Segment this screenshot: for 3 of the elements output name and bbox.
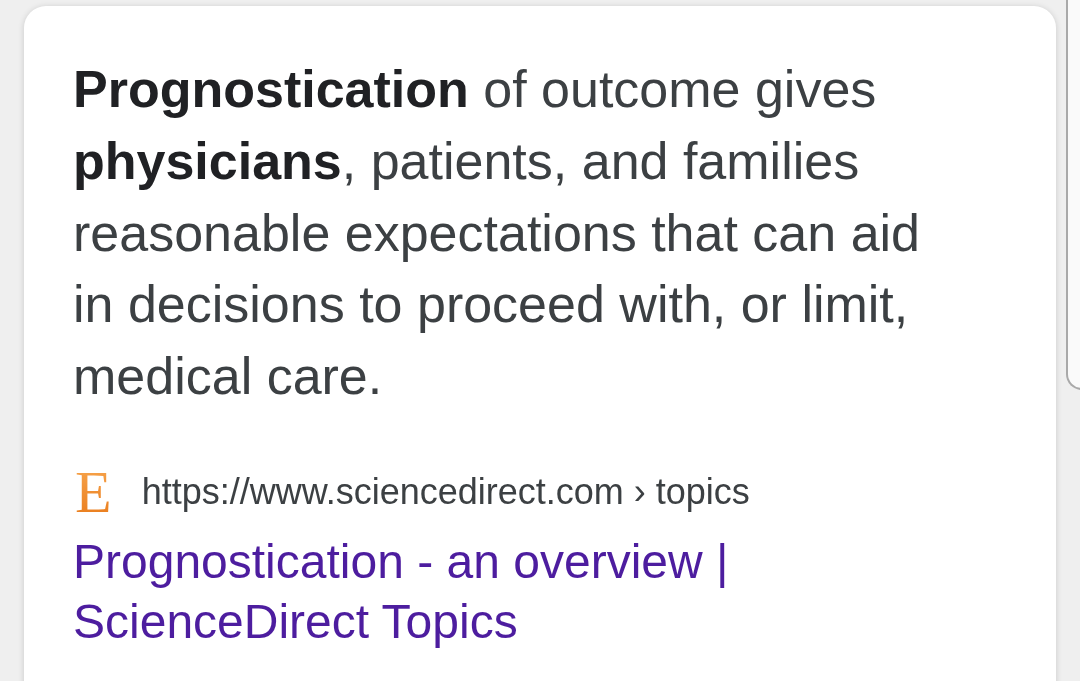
result-snippet: Prognostication of outcome gives physicians, patients, and families reasonable expectations that can aid in decisions to proceed with, or limit, medical care.: [73, 59, 921, 408]
result-url[interactable]: https://www.sciencedirect.com › topics: [141, 470, 750, 514]
result-title-link[interactable]: Prognostication - an overview | ScienceDirect Topics: [73, 532, 893, 652]
